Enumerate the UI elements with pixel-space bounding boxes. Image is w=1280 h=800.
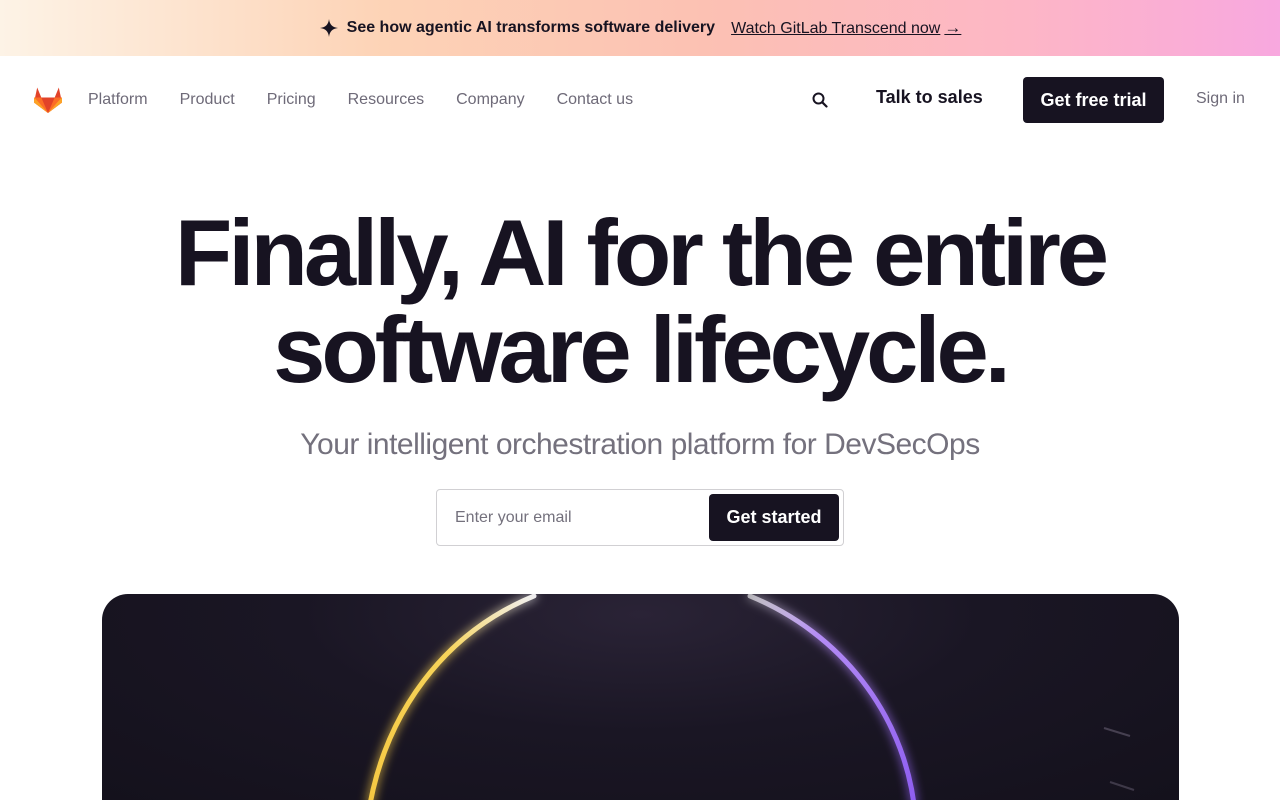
email-signup-form: Get started [436,489,844,546]
talk-to-sales-link[interactable]: Talk to sales [876,87,983,108]
nav-link-pricing[interactable]: Pricing [267,91,316,109]
sparkle-icon [319,18,339,38]
glowing-ring-graphic [368,594,1135,800]
gitlab-logo-icon[interactable] [32,83,64,115]
sign-in-link[interactable]: Sign in [1196,90,1245,108]
search-icon[interactable] [810,90,830,110]
hero-title: Finally, AI for the entire software life… [0,204,1280,398]
banner-link-label: Watch GitLab Transcend now [731,20,941,37]
hero-title-line-2: software lifecycle. [273,297,1011,402]
banner-link[interactable]: Watch GitLab Transcend now → [731,18,961,38]
promo-banner: See how agentic AI transforms software d… [0,0,1280,56]
get-free-trial-button[interactable]: Get free trial [1023,77,1164,123]
hero-media [102,594,1179,800]
banner-headline: See how agentic AI transforms software d… [346,19,716,36]
nav-link-contact-us[interactable]: Contact us [557,91,633,109]
nav-link-resources[interactable]: Resources [348,91,424,109]
top-navigation: Platform Product Pricing Resources Compa… [0,56,1280,144]
nav-links: Platform Product Pricing Resources Compa… [88,56,665,144]
hero-subtitle: Your intelligent orchestration platform … [300,428,980,461]
nav-link-platform[interactable]: Platform [88,91,148,109]
email-input[interactable] [438,491,706,544]
nav-link-company[interactable]: Company [456,91,524,109]
get-started-button[interactable]: Get started [709,494,839,541]
arrow-right-icon: → [944,18,962,37]
hero-title-line-1: Finally, AI for the entire [174,200,1109,305]
nav-link-product[interactable]: Product [180,91,235,109]
